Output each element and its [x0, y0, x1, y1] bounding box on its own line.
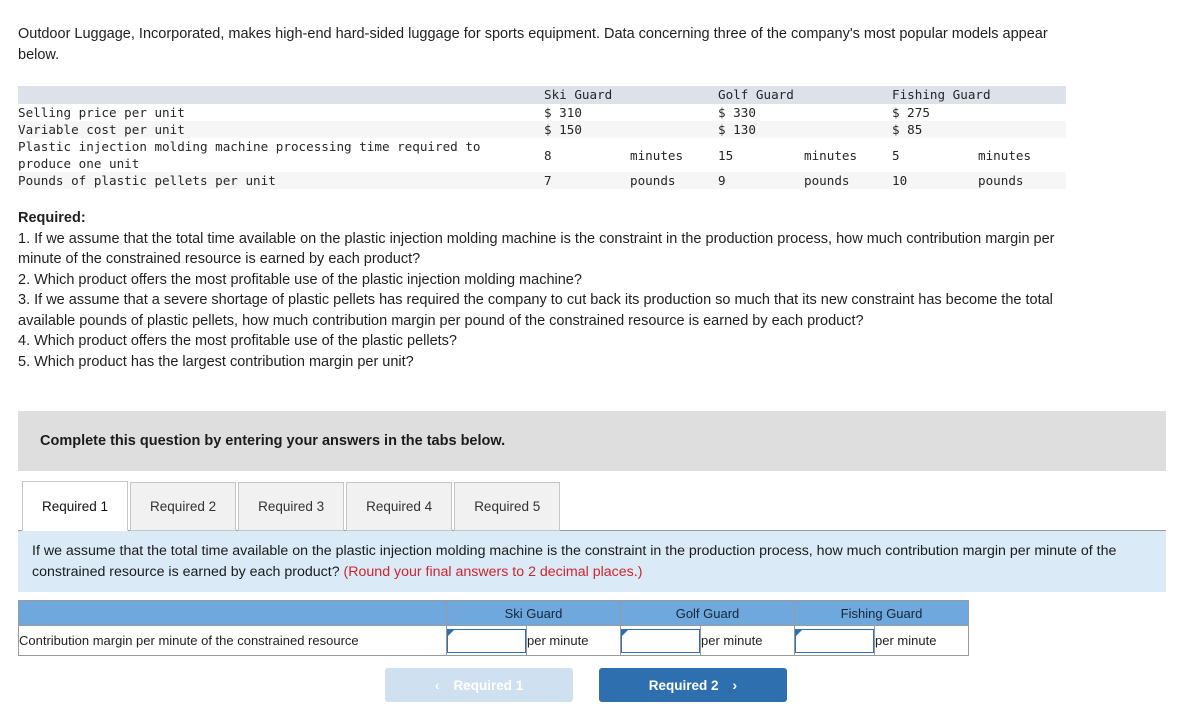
previous-requirement-label: Required 1 — [453, 677, 524, 693]
input-wrap-ski — [447, 628, 526, 653]
row-label-selling-price: Selling price per unit — [18, 105, 185, 120]
required-block: Required: 1. If we assume that the total… — [18, 208, 1058, 372]
tab-required-4[interactable]: Required 4 — [346, 482, 453, 531]
required-item-5: 5. Which product has the largest contrib… — [18, 353, 414, 370]
cell-unit-variable-cost-golf — [804, 121, 892, 138]
row-label-variable-cost: Variable cost per unit — [18, 122, 185, 137]
cell-unit-pellet-pounds-fishing: pounds — [978, 173, 1024, 188]
tab-required-5[interactable]: Required 5 — [454, 482, 561, 531]
cell-variable-cost-ski: $ 150 — [544, 122, 582, 137]
answer-table: Ski Guard Golf Guard Fishing Guard Contr… — [18, 600, 969, 656]
table-row: Contribution margin per minute of the co… — [18, 625, 969, 656]
product-data-header-row: Ski Guard Golf Guard Fishing Guard — [18, 86, 1066, 104]
tab-required-3[interactable]: Required 3 — [238, 482, 345, 531]
product-data-header-blank — [18, 86, 514, 104]
cell-selling-price-golf: $ 330 — [718, 105, 756, 120]
cell-unit-pellet-pounds-golf: pounds — [804, 173, 850, 188]
tab-required-4-label: Required 4 — [366, 499, 433, 514]
row-pad — [514, 172, 544, 189]
cell-variable-cost-fishing: $ 85 — [892, 122, 923, 137]
cell-molding-time-ski: 8 — [544, 147, 552, 163]
previous-requirement-button[interactable]: ‹ Required 1 — [385, 668, 573, 702]
rounding-note: (Round your final answers to 2 decimal p… — [343, 564, 643, 580]
table-row: Plastic injection molding machine proces… — [18, 138, 1066, 172]
cell-selling-price-ski: $ 310 — [544, 105, 582, 120]
answer-header-ski-guard: Ski Guard — [446, 600, 621, 626]
answer-header-blank — [18, 600, 447, 626]
cell-unit-selling-price-fishing — [978, 104, 1066, 121]
row-label-pellet-pounds: Pounds of plastic pellets per unit — [18, 173, 276, 188]
question-panel: If we assume that the total time availab… — [18, 531, 1166, 592]
answer-unit-golf: per minute — [700, 625, 795, 656]
answer-input-cell-fishing[interactable] — [794, 625, 875, 656]
question-page: Outdoor Luggage, Incorporated, makes hig… — [0, 0, 1183, 715]
table-row: Variable cost per unit $ 150 $ 130 $ 85 — [18, 121, 1066, 138]
cell-pellet-pounds-golf: 9 — [718, 173, 726, 188]
instruction-banner: Complete this question by entering your … — [18, 411, 1166, 471]
product-data-table: Ski Guard Golf Guard Fishing Guard Selli… — [18, 86, 1066, 189]
required-item-2: 2. Which product offers the most profita… — [18, 271, 582, 288]
cm-per-minute-input-fishing[interactable] — [795, 628, 874, 653]
answer-header-row: Ski Guard Golf Guard Fishing Guard — [18, 600, 969, 626]
cell-unit-molding-time-ski: minutes — [630, 147, 684, 163]
column-header-golf-guard: Golf Guard — [718, 87, 794, 102]
requirement-tabs: Required 1 Required 2 Required 3 Require… — [22, 481, 562, 531]
cell-unit-selling-price-ski — [630, 104, 718, 121]
next-requirement-button[interactable]: Required 2 › — [599, 668, 787, 702]
cell-pellet-pounds-ski: 7 — [544, 173, 552, 188]
cell-variable-cost-golf: $ 130 — [718, 122, 756, 137]
cell-pellet-pounds-fishing: 10 — [892, 173, 908, 188]
required-heading: Required: — [18, 210, 86, 226]
required-item-3: 3. If we assume that a severe shortage o… — [18, 292, 1053, 329]
row-pad — [514, 138, 544, 172]
cell-unit-molding-time-fishing: minutes — [978, 147, 1032, 163]
row-pad — [514, 104, 544, 121]
instruction-banner-text: Complete this question by entering your … — [40, 433, 506, 449]
cm-per-minute-input-golf[interactable] — [621, 628, 700, 653]
header-pad-0 — [514, 86, 544, 104]
answer-header-fishing-guard: Fishing Guard — [794, 600, 969, 626]
column-header-ski-guard: Ski Guard — [544, 87, 613, 102]
tab-required-2-label: Required 2 — [150, 499, 217, 514]
product-data-table-body: Ski Guard Golf Guard Fishing Guard Selli… — [18, 86, 1066, 189]
navigation-buttons: ‹ Required 1 Required 2 › — [385, 668, 787, 702]
tab-required-5-label: Required 5 — [474, 499, 541, 514]
answer-row-label: Contribution margin per minute of the co… — [18, 625, 447, 656]
intro-paragraph: Outdoor Luggage, Incorporated, makes hig… — [18, 26, 1048, 63]
cell-unit-variable-cost-ski — [630, 121, 718, 138]
cell-unit-molding-time-golf: minutes — [804, 147, 858, 163]
cell-unit-pellet-pounds-ski: pounds — [630, 173, 676, 188]
tab-required-1-label: Required 1 — [42, 498, 109, 514]
answer-input-cell-golf[interactable] — [620, 625, 701, 656]
cell-selling-price-fishing: $ 275 — [892, 105, 930, 120]
tab-required-1[interactable]: Required 1 — [22, 481, 129, 531]
tab-required-2[interactable]: Required 2 — [130, 482, 237, 531]
chevron-left-icon: ‹ — [434, 677, 440, 693]
row-pad — [514, 121, 544, 138]
cell-unit-variable-cost-fishing — [978, 121, 1066, 138]
question-panel-text: If we assume that the total time availab… — [32, 541, 1152, 583]
answer-header-golf-guard: Golf Guard — [620, 600, 795, 626]
tab-required-3-label: Required 3 — [258, 499, 325, 514]
table-row: Pounds of plastic pellets per unit 7 pou… — [18, 172, 1066, 189]
cell-unit-selling-price-golf — [804, 104, 892, 121]
answer-table-body: Ski Guard Golf Guard Fishing Guard Contr… — [18, 600, 969, 656]
next-requirement-label: Required 2 — [648, 677, 719, 693]
input-wrap-golf — [621, 628, 700, 653]
table-row: Selling price per unit $ 310 $ 330 $ 275 — [18, 104, 1066, 121]
required-item-1: 1. If we assume that the total time avai… — [18, 230, 1055, 268]
row-label-molding-time: Plastic injection molding machine proces… — [18, 139, 481, 171]
chevron-right-icon: › — [732, 677, 738, 693]
answer-unit-ski: per minute — [526, 625, 621, 656]
column-header-fishing-guard: Fishing Guard — [892, 87, 991, 102]
cell-molding-time-golf: 15 — [718, 147, 734, 163]
required-item-4: 4. Which product offers the most profita… — [18, 333, 457, 349]
answer-unit-fishing: per minute — [874, 625, 969, 656]
answer-input-cell-ski[interactable] — [446, 625, 527, 656]
cell-molding-time-fishing: 5 — [892, 147, 900, 163]
input-wrap-fishing — [795, 628, 874, 653]
cm-per-minute-input-ski[interactable] — [447, 628, 526, 653]
